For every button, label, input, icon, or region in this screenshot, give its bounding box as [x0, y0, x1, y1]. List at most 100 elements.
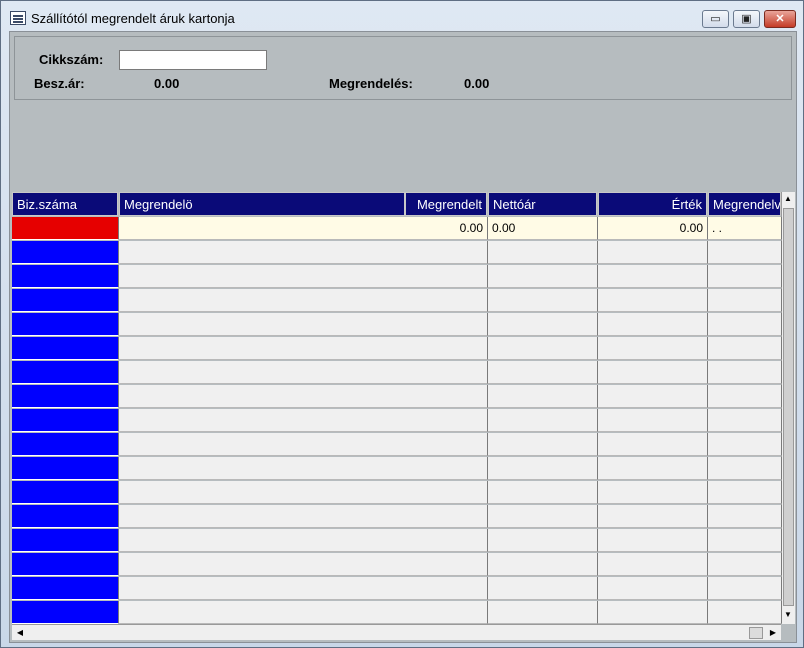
cell-megrendelve[interactable] — [708, 505, 782, 528]
cell-biz-szama[interactable] — [12, 577, 119, 600]
cell-megrendelo[interactable] — [119, 601, 406, 624]
cell-megrendelo[interactable] — [119, 289, 406, 312]
table-row[interactable] — [12, 313, 782, 337]
cell-nettoar[interactable] — [488, 409, 598, 432]
cell-nettoar[interactable] — [488, 601, 598, 624]
cell-biz-szama[interactable] — [12, 313, 119, 336]
cell-nettoar[interactable] — [488, 529, 598, 552]
cell-ertek[interactable] — [598, 385, 708, 408]
cell-ertek[interactable] — [598, 601, 708, 624]
vertical-scroll-thumb[interactable] — [783, 208, 794, 606]
cell-nettoar[interactable] — [488, 313, 598, 336]
cell-nettoar[interactable] — [488, 577, 598, 600]
cell-nettoar[interactable] — [488, 457, 598, 480]
cell-megrendelve[interactable] — [708, 481, 782, 504]
cell-megrendelt[interactable] — [405, 361, 488, 384]
scroll-left-icon[interactable]: ◀ — [14, 626, 26, 640]
cell-megrendelo[interactable] — [119, 217, 406, 240]
cell-ertek[interactable] — [598, 505, 708, 528]
cell-biz-szama[interactable] — [12, 217, 119, 240]
cell-megrendelo[interactable] — [119, 481, 406, 504]
table-row[interactable] — [12, 265, 782, 289]
cell-megrendelve[interactable] — [708, 385, 782, 408]
cell-megrendelo[interactable] — [119, 457, 406, 480]
cell-megrendelo[interactable] — [119, 553, 406, 576]
cell-biz-szama[interactable] — [12, 241, 119, 264]
column-header-biz-szama[interactable]: Biz.száma — [12, 192, 118, 216]
maximize-button[interactable]: ▣ — [733, 10, 760, 28]
cell-biz-szama[interactable] — [12, 337, 119, 360]
cell-megrendelve[interactable] — [708, 433, 782, 456]
table-row[interactable] — [12, 457, 782, 481]
scroll-up-icon[interactable]: ▲ — [782, 192, 794, 206]
table-row[interactable] — [12, 577, 782, 601]
cell-megrendelo[interactable] — [119, 529, 406, 552]
column-header-nettoar[interactable]: Nettóár — [488, 192, 597, 216]
cell-megrendelo[interactable] — [119, 505, 406, 528]
cell-megrendelo[interactable] — [119, 265, 406, 288]
cell-megrendelo[interactable] — [119, 385, 406, 408]
cell-megrendelo[interactable] — [119, 241, 406, 264]
table-row[interactable] — [12, 553, 782, 577]
cell-ertek[interactable] — [598, 553, 708, 576]
cell-megrendelt[interactable] — [405, 481, 488, 504]
column-header-megrendelt[interactable]: Megrendelt — [405, 192, 487, 216]
cell-megrendelve[interactable] — [708, 241, 782, 264]
cell-biz-szama[interactable] — [12, 433, 119, 456]
window-icon[interactable] — [10, 11, 26, 25]
cell-megrendelt[interactable] — [405, 505, 488, 528]
table-row[interactable] — [12, 289, 782, 313]
cell-ertek[interactable] — [598, 337, 708, 360]
cell-biz-szama[interactable] — [12, 601, 119, 624]
cell-nettoar[interactable] — [488, 481, 598, 504]
cell-megrendelve[interactable] — [708, 529, 782, 552]
column-header-megrendelve[interactable]: Megrendelve — [708, 192, 781, 216]
cell-megrendelt[interactable] — [405, 577, 488, 600]
table-row[interactable] — [12, 241, 782, 265]
cell-megrendelt[interactable] — [405, 337, 488, 360]
cell-ertek[interactable] — [598, 313, 708, 336]
cell-nettoar[interactable] — [488, 361, 598, 384]
cell-megrendelt[interactable] — [405, 265, 488, 288]
vertical-scrollbar[interactable]: ▲ ▼ — [781, 192, 795, 624]
cell-nettoar[interactable]: 0.00 — [488, 217, 598, 240]
cell-megrendelt[interactable] — [405, 289, 488, 312]
cell-ertek[interactable] — [598, 577, 708, 600]
cell-ertek[interactable] — [598, 409, 708, 432]
column-header-megrendelo[interactable]: Megrendelö — [119, 192, 405, 216]
cell-biz-szama[interactable] — [12, 553, 119, 576]
cell-megrendelt[interactable] — [405, 313, 488, 336]
cell-megrendelve[interactable] — [708, 601, 782, 624]
horizontal-scrollbar[interactable]: ◀ ▶ — [12, 624, 781, 640]
cell-megrendelve[interactable] — [708, 313, 782, 336]
cell-megrendelt[interactable] — [405, 385, 488, 408]
cell-megrendelt[interactable] — [405, 457, 488, 480]
title-bar[interactable]: Szállítótól megrendelt áruk kartonja ▭ ▣… — [1, 1, 803, 31]
cell-ertek[interactable] — [598, 241, 708, 264]
cell-biz-szama[interactable] — [12, 481, 119, 504]
cell-megrendelve[interactable] — [708, 289, 782, 312]
cell-nettoar[interactable] — [488, 433, 598, 456]
cell-ertek[interactable] — [598, 361, 708, 384]
cell-nettoar[interactable] — [488, 241, 598, 264]
cell-nettoar[interactable] — [488, 265, 598, 288]
cell-megrendelve[interactable] — [708, 409, 782, 432]
cell-ertek[interactable] — [598, 529, 708, 552]
table-row[interactable] — [12, 505, 782, 529]
table-row[interactable] — [12, 409, 782, 433]
cell-megrendelo[interactable] — [119, 313, 406, 336]
cell-biz-szama[interactable] — [12, 385, 119, 408]
cell-megrendelve[interactable] — [708, 577, 782, 600]
table-row[interactable] — [12, 337, 782, 361]
cell-nettoar[interactable] — [488, 337, 598, 360]
cell-megrendelt[interactable]: 0.00 — [405, 217, 488, 240]
cell-megrendelt[interactable] — [405, 529, 488, 552]
table-row[interactable] — [12, 361, 782, 385]
cell-megrendelve[interactable] — [708, 337, 782, 360]
table-row[interactable] — [12, 433, 782, 457]
cell-megrendelve[interactable] — [708, 457, 782, 480]
cell-megrendelt[interactable] — [405, 433, 488, 456]
cell-ertek[interactable] — [598, 433, 708, 456]
orders-grid[interactable]: ▲ ▼ ◀ ▶ Biz.száma Megrendelö Megrendelt Net… — [12, 192, 795, 642]
cell-nettoar[interactable] — [488, 289, 598, 312]
